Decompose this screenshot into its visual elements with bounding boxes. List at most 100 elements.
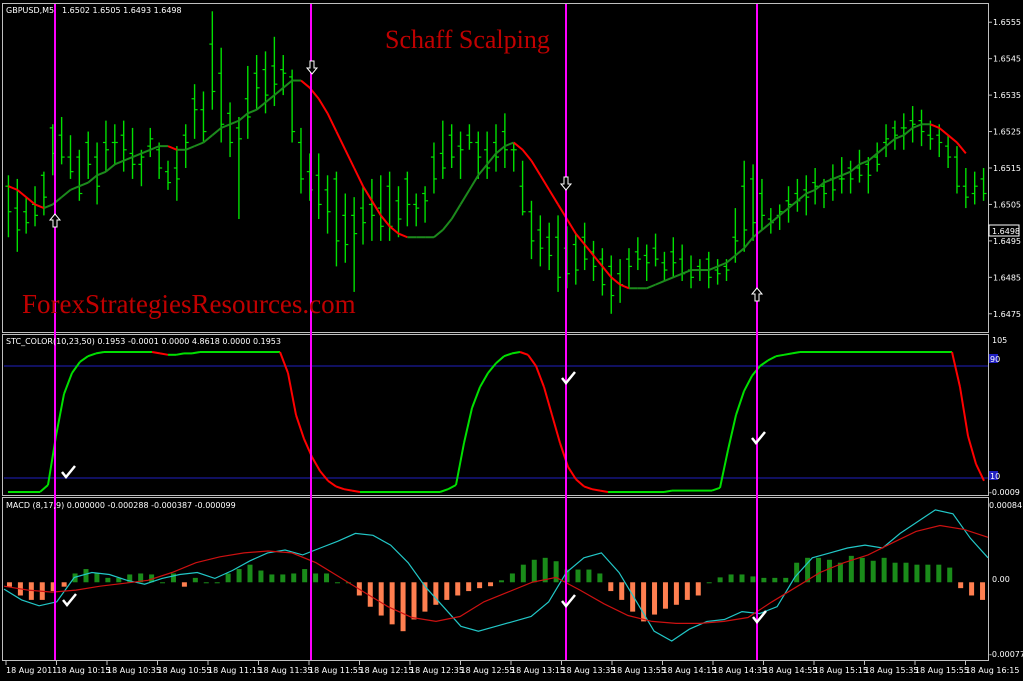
ma-segment [105, 163, 116, 173]
macd-histogram-bar [477, 582, 483, 589]
stc-panel-title: STC_COLOR(10,23,50) 0.1953 -0.0001 0.000… [6, 337, 281, 346]
ma-segment [495, 145, 506, 155]
time-label: 18 Aug 12:35 [410, 666, 464, 675]
stc-panel-frame [2, 334, 989, 496]
stc-segment [295, 414, 305, 440]
stc-segment [519, 351, 529, 356]
price-y-label: 1.6485 [993, 273, 1021, 282]
ma-segment [433, 229, 444, 239]
stc-segment [55, 393, 65, 437]
macd-histogram-bar [652, 582, 658, 615]
ma-segment [388, 225, 400, 235]
macd-histogram-bar [684, 582, 690, 600]
ma-segment [513, 141, 524, 151]
macd-histogram-bar [597, 573, 603, 583]
time-label: 18 Aug 10:55 [158, 666, 212, 675]
macd-histogram-bar [969, 582, 975, 596]
time-label: 18 Aug 13:55 [612, 666, 666, 675]
stc-segment [463, 407, 473, 444]
time-label: 18 Aug 10:35 [107, 666, 161, 675]
macd-histogram-bar [914, 564, 920, 583]
ma-segment [734, 247, 745, 257]
macd-histogram-bar [586, 569, 592, 583]
macd-histogram-bar [520, 564, 526, 583]
macd-histogram-bar [553, 561, 559, 583]
ma-segment [956, 141, 967, 155]
ma-segment [539, 174, 551, 191]
stc-segment [551, 414, 561, 444]
macd-histogram-bar [608, 582, 614, 592]
macd-histogram-bar [630, 582, 636, 612]
ma-segment [681, 269, 692, 275]
ma-segment [167, 145, 178, 151]
macd-histogram-bar [324, 573, 330, 583]
stc-segment [343, 488, 353, 492]
macd-histogram-bar [903, 562, 909, 583]
macd-histogram-bar [837, 562, 843, 583]
macd-y-top: 0.000841 [989, 501, 1023, 510]
macd-histogram-bar [160, 582, 166, 584]
stc-segment [327, 479, 337, 488]
price-y-axis: 1.6555 1.6545 1.6535 1.6525 1.6515 1.6505 1.64… [988, 18, 1021, 319]
stc-segment [87, 352, 97, 358]
ma-segment [592, 254, 604, 268]
stc-segment [583, 485, 593, 491]
macd-histogram-bar [280, 574, 286, 583]
stc-segment [767, 355, 777, 362]
price-plot [5, 11, 987, 314]
ma-segment [664, 276, 674, 282]
ma-segment [929, 123, 940, 129]
price-y-label: 1.6555 [993, 18, 1021, 27]
ma-segment [885, 138, 896, 147]
chart-title: Schaff Scalping [385, 25, 550, 54]
macd-histogram-bar [750, 576, 756, 583]
ma-segment [841, 170, 851, 177]
price-y-label: 1.6505 [993, 200, 1021, 209]
macd-histogram-bar [870, 560, 876, 583]
macd-histogram-bar [783, 577, 789, 583]
ma-segment [655, 280, 665, 286]
macd-histogram-bar [83, 569, 89, 583]
stc-segment [495, 355, 505, 364]
stc-segment [511, 351, 521, 355]
macd-histogram-bar [936, 564, 942, 583]
macd-histogram-bar [662, 582, 668, 609]
stc-segment [319, 470, 329, 482]
macd-histogram-bar [378, 582, 384, 616]
ma-segment [96, 170, 107, 177]
ma-segment [761, 221, 772, 231]
stc-segment [743, 375, 753, 392]
time-label: 18 Aug 11:55 [309, 666, 363, 675]
ma-segment [548, 189, 559, 205]
stc-segment [959, 386, 969, 437]
time-label: 18 Aug 16:15 [966, 666, 1020, 675]
macd-histogram-bar [925, 564, 931, 583]
macd-histogram-bar [236, 569, 242, 583]
check-icon [62, 593, 77, 607]
price-y-label: 1.6495 [993, 237, 1021, 246]
macd-histogram-bar [673, 582, 679, 605]
stc-segment [455, 442, 465, 486]
ma-segment [770, 214, 781, 224]
ma-segment [450, 203, 462, 220]
ma-segment [398, 232, 408, 239]
macd-histogram-bar [400, 582, 406, 632]
stc-segment [175, 352, 185, 356]
chart-canvas[interactable]: GBPUSD,M5 1.6502 1.6505 1.6493 1.6498 Sc… [0, 0, 1023, 681]
stc-segment [71, 361, 81, 374]
ma-segment [468, 174, 480, 191]
macd-histogram-bar [105, 577, 111, 583]
ma-segment [353, 167, 364, 187]
macd-y-mid: 0.00 [992, 575, 1010, 584]
macd-histogram-bar [531, 559, 537, 583]
time-label: 18 Aug 12:15 [360, 666, 414, 675]
ma-segment [805, 188, 816, 195]
ma-segment [619, 283, 630, 290]
stc-segment [159, 352, 169, 356]
macd-histogram-bar [509, 573, 515, 583]
stc-segment [543, 386, 553, 416]
time-label: 18 Aug 14:15 [663, 666, 717, 675]
ma-segment [796, 192, 807, 202]
ma-segment [43, 203, 54, 210]
macd-histogram-bar [214, 582, 220, 584]
